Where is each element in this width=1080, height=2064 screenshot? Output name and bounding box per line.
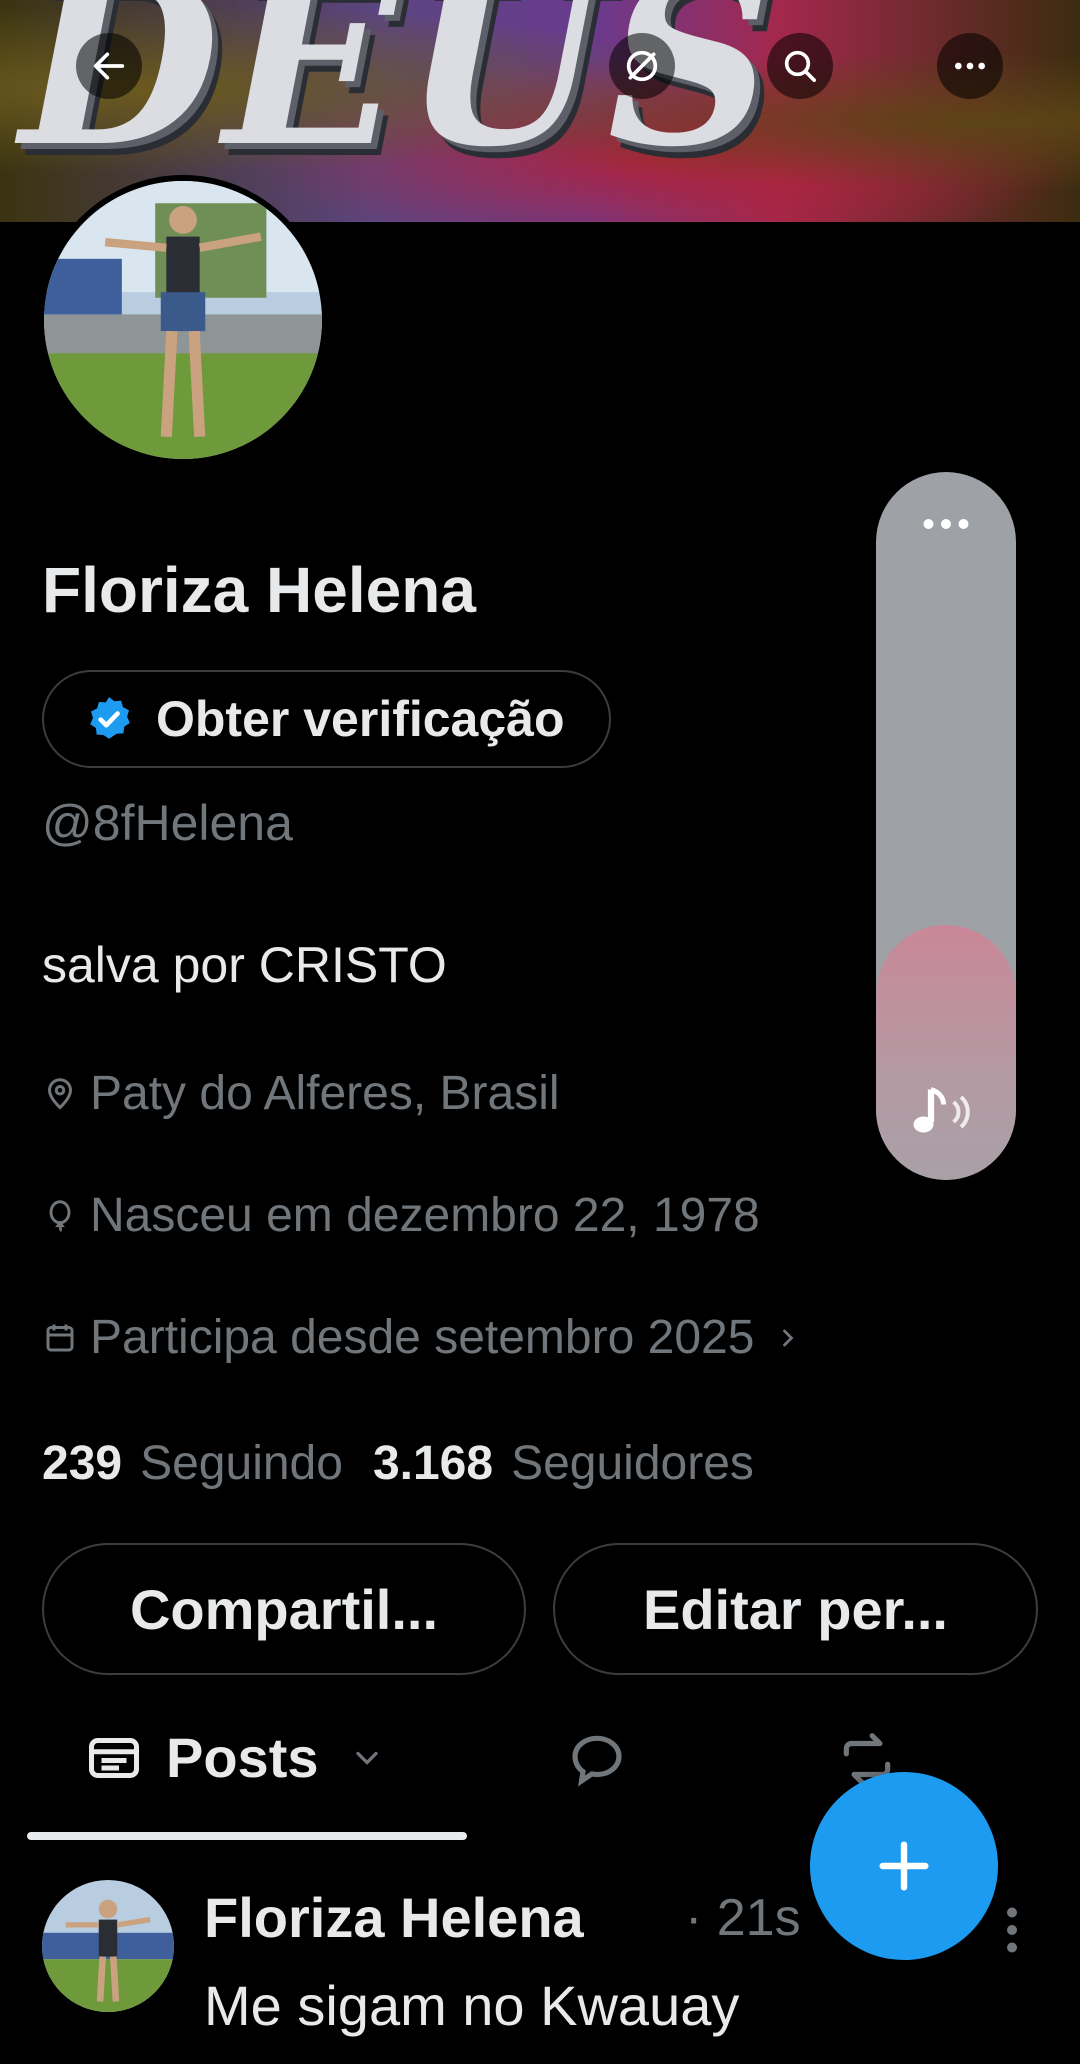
post-avatar-photo	[42, 1880, 174, 2012]
posts-tab-icon	[89, 1737, 139, 1778]
followers-label[interactable]: Seguidores	[511, 1436, 754, 1491]
banner-text: DEUS	[20, 0, 778, 198]
chevron-right-icon	[783, 1329, 794, 1346]
joined-text: Participa desde setembro 2025	[90, 1311, 755, 1364]
post-more-button[interactable]	[1000, 1900, 1024, 1965]
more-options-button[interactable]	[937, 33, 1003, 99]
back-button[interactable]	[76, 33, 142, 99]
grok-icon	[626, 50, 658, 82]
location-row: Paty do Alferes, Brasil	[42, 1066, 560, 1121]
birthday-text: Nasceu em dezembro 22, 1978	[90, 1189, 760, 1242]
profile-avatar[interactable]	[38, 175, 328, 465]
follow-stats: 239 Seguindo 3.168 Seguidores	[42, 1436, 766, 1491]
music-note-icon	[913, 1087, 970, 1133]
balloon-icon	[49, 1199, 71, 1232]
profile-name: Floriza Helena	[42, 554, 476, 626]
share-profile-button[interactable]: Compartil...	[42, 1543, 526, 1675]
tab-posts[interactable]: Posts	[84, 1725, 385, 1790]
reply-bubble-icon	[572, 1735, 622, 1787]
more-horizontal-icon	[955, 62, 985, 70]
tab-posts-label: Posts	[166, 1726, 319, 1789]
grok-button[interactable]	[609, 33, 675, 99]
edit-profile-button[interactable]: Editar per...	[553, 1543, 1038, 1675]
more-vertical-icon	[1007, 1907, 1017, 1953]
calendar-icon	[46, 1324, 74, 1351]
compose-post-button[interactable]	[810, 1772, 998, 1960]
active-tab-indicator	[27, 1832, 467, 1840]
search-icon	[784, 50, 816, 82]
profile-bio: salva por CRISTO	[42, 937, 447, 993]
location-text: Paty do Alferes, Brasil	[90, 1067, 560, 1120]
post-author-avatar[interactable]	[42, 1880, 174, 2012]
avatar-photo	[44, 181, 322, 459]
followers-count[interactable]: 3.168	[373, 1436, 493, 1491]
post-text: Me sigam no Kwauay	[204, 1974, 740, 2037]
arrow-left-icon	[93, 52, 125, 80]
location-pin-icon	[47, 1077, 73, 1110]
following-label[interactable]: Seguindo	[140, 1436, 343, 1491]
music-volume-widget[interactable]	[876, 472, 1016, 1180]
widget-more-icon[interactable]	[916, 512, 976, 536]
profile-handle: @8fHelena	[42, 795, 293, 851]
birthday-row: Nasceu em dezembro 22, 1978	[42, 1188, 760, 1243]
get-verified-label: Obter verificação	[156, 691, 565, 747]
following-count[interactable]: 239	[42, 1436, 122, 1491]
post-author-name[interactable]: Floriza Helena	[204, 1885, 584, 1950]
verified-badge-icon	[90, 697, 130, 739]
search-button[interactable]	[767, 33, 833, 99]
chevron-down-icon[interactable]	[349, 1740, 385, 1776]
post-timestamp: · 21s	[685, 1889, 801, 1947]
joined-row[interactable]: Participa desde setembro 2025	[42, 1310, 802, 1365]
get-verified-button[interactable]: Obter verificação	[42, 670, 611, 768]
tab-replies[interactable]	[566, 1728, 628, 1795]
plus-icon	[879, 1841, 929, 1891]
